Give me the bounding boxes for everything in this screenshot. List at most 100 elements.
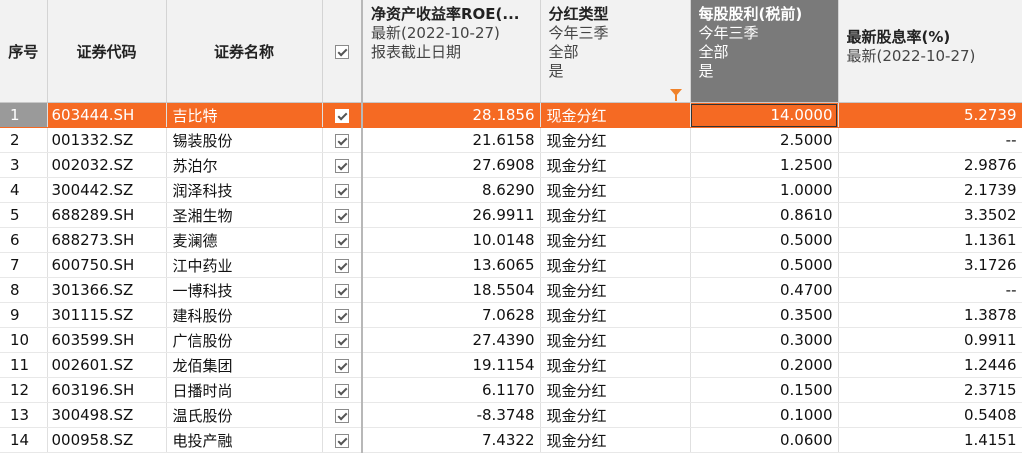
checkbox-checked-icon[interactable] [334, 408, 349, 423]
row-roe[interactable]: 27.4390 [361, 327, 541, 353]
row-name[interactable]: 江中药业 [166, 252, 323, 278]
checkbox-checked-icon[interactable] [334, 108, 349, 123]
checkbox-checked-icon[interactable] [334, 358, 349, 373]
row-div-type[interactable]: 现金分红 [540, 252, 691, 278]
row-dps[interactable]: 0.3000 [690, 327, 839, 353]
row-code[interactable]: 002032.SZ [47, 152, 167, 178]
table-row[interactable]: 11 002601.SZ 龙佰集团 19.1154 现金分红 0.2000 1.2446 [0, 352, 1022, 378]
row-dps[interactable]: 1.0000 [690, 177, 839, 203]
checkbox-checked-icon[interactable] [334, 233, 349, 248]
row-dps[interactable]: 1.2500 [690, 152, 839, 178]
row-div-type[interactable]: 现金分红 [540, 302, 691, 328]
checkbox-checked-icon[interactable] [334, 158, 349, 173]
row-div-type[interactable]: 现金分红 [540, 377, 691, 403]
row-div-type[interactable]: 现金分红 [540, 402, 691, 428]
row-checkbox-cell[interactable] [322, 327, 363, 353]
table-row[interactable]: 7 600750.SH 江中药业 13.6065 现金分红 0.5000 3.1726 [0, 252, 1022, 278]
row-checkbox-cell[interactable] [322, 202, 363, 228]
row-roe[interactable]: 6.1170 [361, 377, 541, 403]
row-code[interactable]: 688289.SH [47, 202, 167, 228]
row-checkbox-cell[interactable] [322, 227, 363, 253]
row-div-type[interactable]: 现金分红 [540, 177, 691, 203]
row-checkbox-cell[interactable] [322, 402, 363, 428]
table-row[interactable]: 6 688273.SH 麦澜德 10.0148 现金分红 0.5000 1.1361 [0, 227, 1022, 253]
row-seq[interactable]: 1 [0, 102, 48, 128]
row-checkbox-cell[interactable] [322, 177, 363, 203]
row-checkbox-cell[interactable] [322, 352, 363, 378]
row-yield[interactable]: -- [838, 127, 1022, 153]
checkbox-checked-icon[interactable] [334, 283, 349, 298]
header-code[interactable]: 证券代码 [47, 0, 167, 103]
row-yield[interactable]: -- [838, 277, 1022, 303]
row-checkbox-cell[interactable] [322, 152, 363, 178]
table-row[interactable]: 14 000958.SZ 电投产融 7.4322 现金分红 0.0600 1.4151 [0, 427, 1022, 453]
row-roe[interactable]: 10.0148 [361, 227, 541, 253]
row-roe[interactable]: 27.6908 [361, 152, 541, 178]
row-roe[interactable]: 8.6290 [361, 177, 541, 203]
header-div-type[interactable]: 分红类型 今年三季 全部 是 [540, 0, 691, 103]
header-dps[interactable]: 每股股利(税前) 今年三季 全部 是 [690, 0, 839, 103]
row-yield[interactable]: 0.9911 [838, 327, 1022, 353]
row-dps[interactable]: 0.3500 [690, 302, 839, 328]
row-code[interactable]: 301366.SZ [47, 277, 167, 303]
row-yield[interactable]: 2.3715 [838, 377, 1022, 403]
row-name[interactable]: 苏泊尔 [166, 152, 323, 178]
checkbox-checked-icon[interactable] [334, 333, 349, 348]
checkbox-checked-icon[interactable] [334, 308, 349, 323]
row-name[interactable]: 龙佰集团 [166, 352, 323, 378]
row-roe[interactable]: 26.9911 [361, 202, 541, 228]
row-yield[interactable]: 2.9876 [838, 152, 1022, 178]
row-seq[interactable]: 6 [0, 227, 48, 253]
row-dps[interactable]: 0.1500 [690, 377, 839, 403]
row-code[interactable]: 688273.SH [47, 227, 167, 253]
table-row[interactable]: 13 300498.SZ 温氏股份 -8.3748 现金分红 0.1000 0.5408 [0, 402, 1022, 428]
table-row[interactable]: 2 001332.SZ 锡装股份 21.6158 现金分红 2.5000 -- [0, 127, 1022, 153]
table-row[interactable]: 3 002032.SZ 苏泊尔 27.6908 现金分红 1.2500 2.9876 [0, 152, 1022, 178]
row-checkbox-cell[interactable] [322, 252, 363, 278]
row-seq[interactable]: 2 [0, 127, 48, 153]
row-dps[interactable]: 0.5000 [690, 227, 839, 253]
row-seq[interactable]: 3 [0, 152, 48, 178]
row-name[interactable]: 吉比特 [166, 102, 323, 128]
row-code[interactable]: 001332.SZ [47, 127, 167, 153]
row-roe[interactable]: 18.5504 [361, 277, 541, 303]
row-dps[interactable]: 0.1000 [690, 402, 839, 428]
table-row[interactable]: 10 603599.SH 广信股份 27.4390 现金分红 0.3000 0.9911 [0, 327, 1022, 353]
table-row[interactable]: 1 603444.SH 吉比特 28.1856 现金分红 14.0000 5.2739 [0, 102, 1022, 128]
header-yield[interactable]: 最新股息率(%) 最新(2022-10-27) [838, 0, 1022, 103]
checkbox-checked-icon[interactable] [334, 183, 349, 198]
row-div-type[interactable]: 现金分红 [540, 102, 691, 128]
row-yield[interactable]: 5.2739 [838, 102, 1022, 128]
table-row[interactable]: 5 688289.SH 圣湘生物 26.9911 现金分红 0.8610 3.3502 [0, 202, 1022, 228]
row-yield[interactable]: 3.1726 [838, 252, 1022, 278]
row-yield[interactable]: 1.4151 [838, 427, 1022, 453]
row-checkbox-cell[interactable] [322, 127, 363, 153]
header-name[interactable]: 证券名称 [166, 0, 323, 103]
row-name[interactable]: 圣湘生物 [166, 202, 323, 228]
row-seq[interactable]: 7 [0, 252, 48, 278]
row-div-type[interactable]: 现金分红 [540, 227, 691, 253]
row-roe[interactable]: 19.1154 [361, 352, 541, 378]
checkbox-checked-icon[interactable] [334, 383, 349, 398]
row-name[interactable]: 一博科技 [166, 277, 323, 303]
row-checkbox-cell[interactable] [322, 102, 363, 128]
row-name[interactable]: 广信股份 [166, 327, 323, 353]
row-div-type[interactable]: 现金分红 [540, 277, 691, 303]
row-name[interactable]: 温氏股份 [166, 402, 323, 428]
row-name[interactable]: 麦澜德 [166, 227, 323, 253]
row-checkbox-cell[interactable] [322, 427, 363, 453]
row-checkbox-cell[interactable] [322, 377, 363, 403]
filter-icon[interactable] [669, 89, 682, 101]
checkbox-checked-icon[interactable] [334, 433, 349, 448]
row-code[interactable]: 000958.SZ [47, 427, 167, 453]
checkbox-checked-icon[interactable] [334, 133, 349, 148]
row-yield[interactable]: 2.1739 [838, 177, 1022, 203]
select-all-checkbox-icon[interactable] [334, 45, 349, 59]
row-code[interactable]: 603599.SH [47, 327, 167, 353]
checkbox-checked-icon[interactable] [334, 258, 349, 273]
row-seq[interactable]: 8 [0, 277, 48, 303]
row-seq[interactable]: 10 [0, 327, 48, 353]
row-dps[interactable]: 0.8610 [690, 202, 839, 228]
row-div-type[interactable]: 现金分红 [540, 427, 691, 453]
row-yield[interactable]: 3.3502 [838, 202, 1022, 228]
